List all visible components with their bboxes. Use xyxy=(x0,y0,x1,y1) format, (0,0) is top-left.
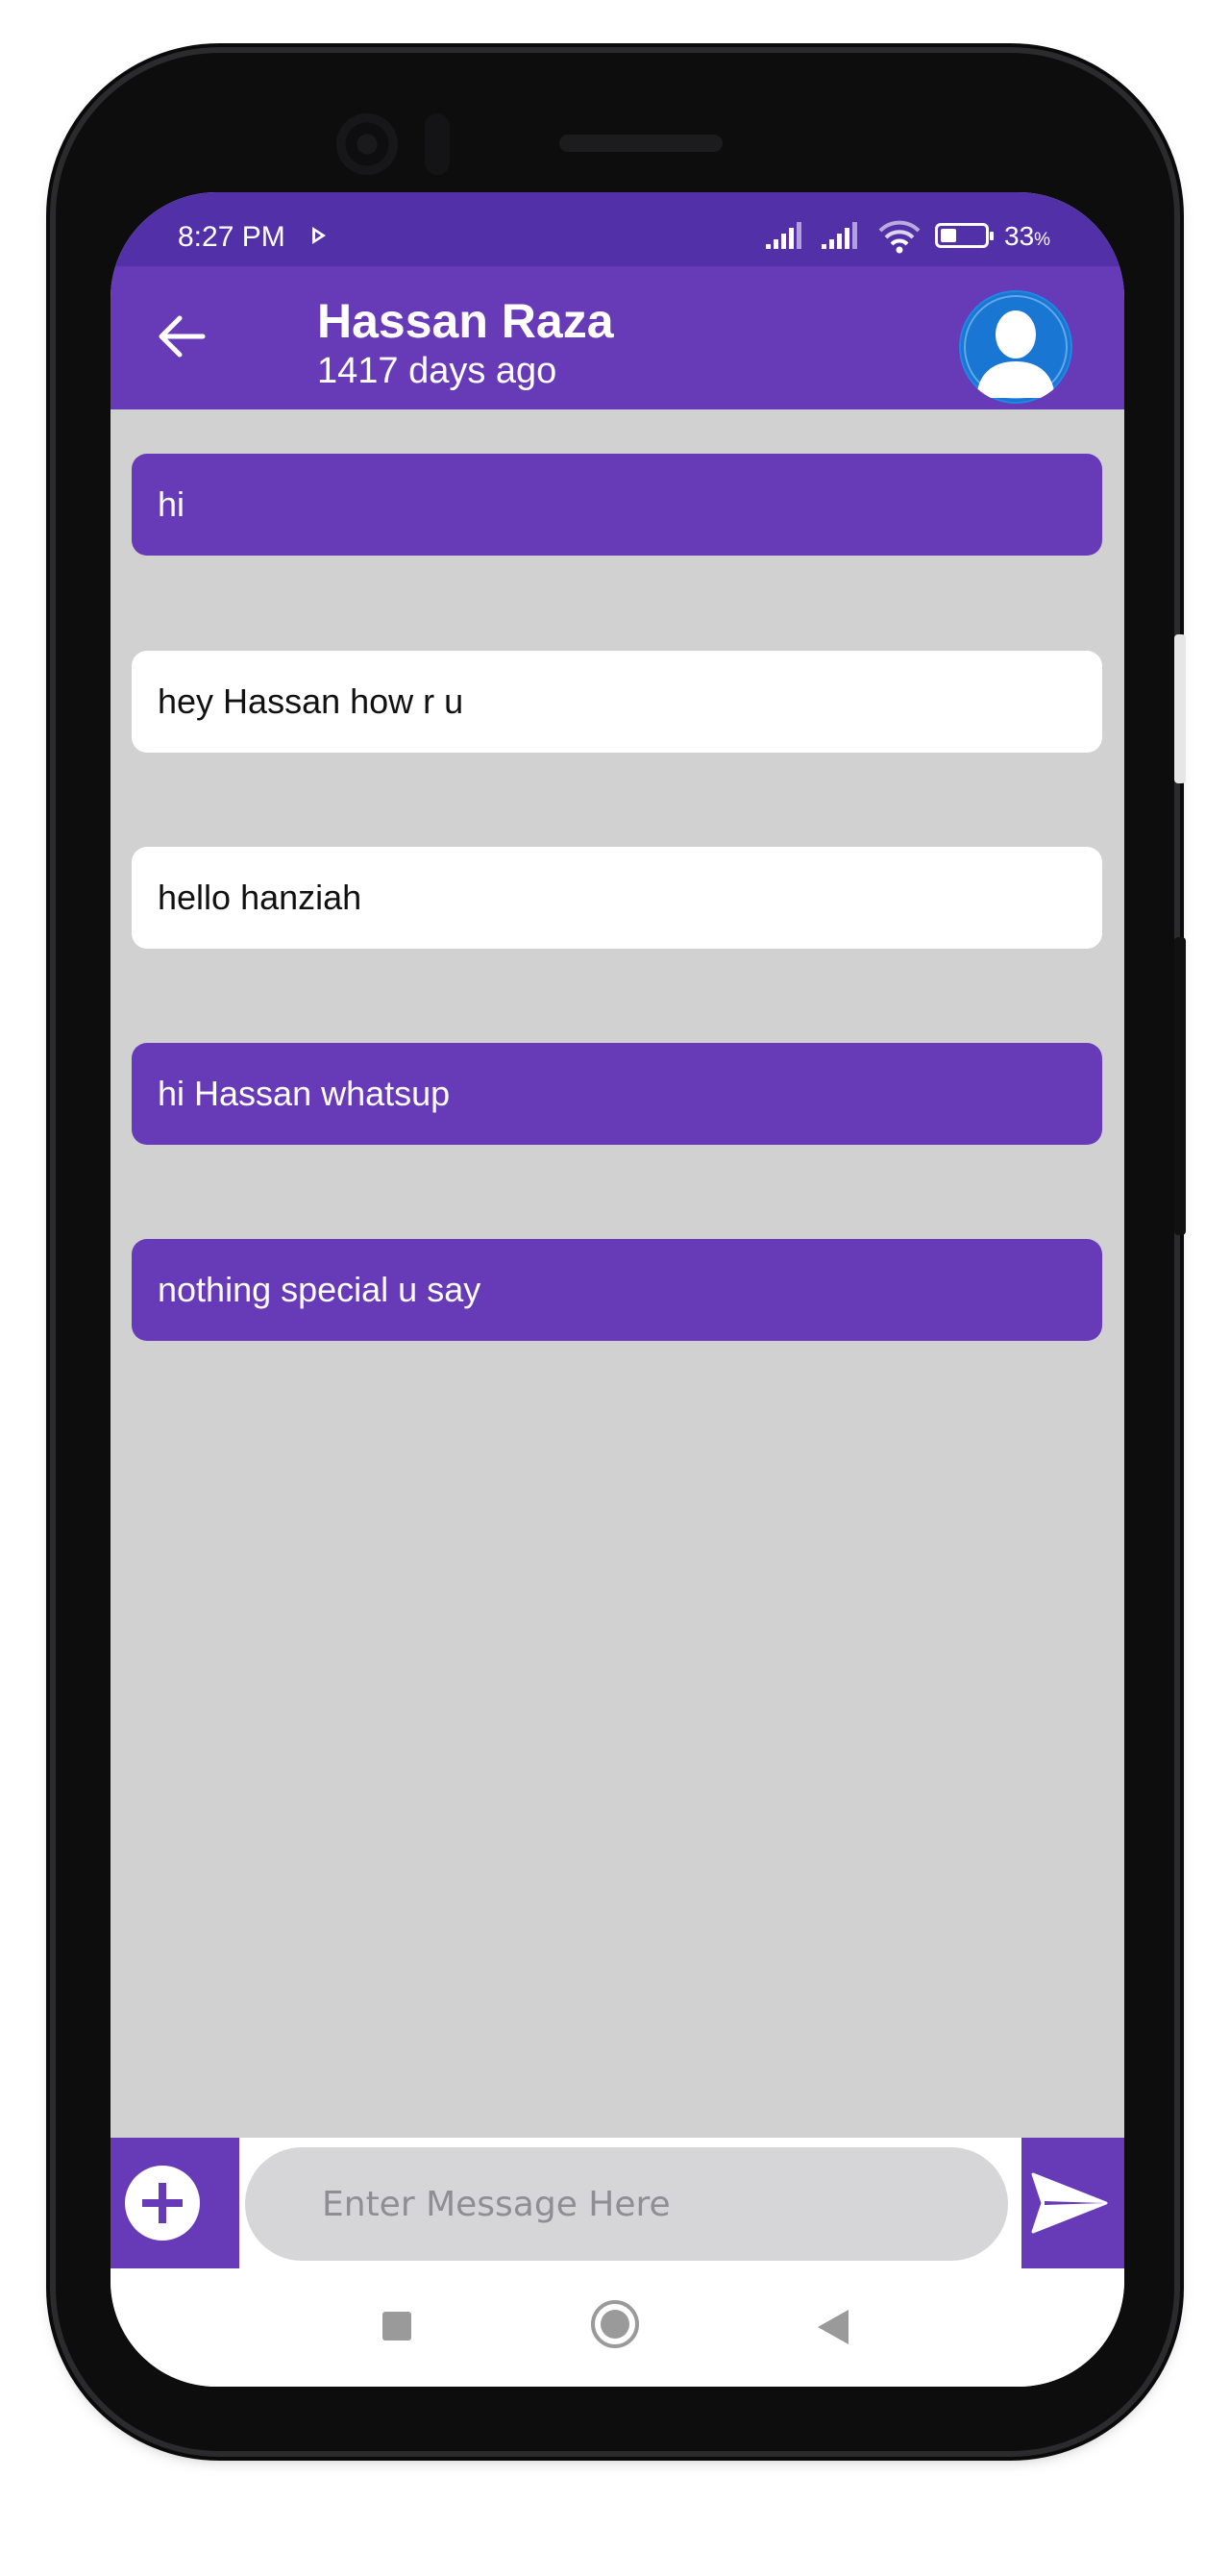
message-bubble-sent[interactable]: hi xyxy=(132,454,1102,556)
message-bubble-sent[interactable]: nothing special u say xyxy=(132,1239,1102,1341)
cell-signal-icon xyxy=(766,222,801,249)
send-button[interactable] xyxy=(1021,2138,1124,2268)
earpiece-speaker xyxy=(559,135,723,152)
arrow-left-icon[interactable] xyxy=(157,314,207,359)
last-seen-status: 1417 days ago xyxy=(317,351,557,391)
message-bubble-received[interactable]: hey Hassan how r u xyxy=(132,651,1102,753)
battery-icon xyxy=(935,223,994,248)
phone-screen: 8:27 PM 33% Hassan Raza 1417 days ago hi… xyxy=(111,192,1124,2387)
status-bar: 8:27 PM 33% xyxy=(111,192,1124,266)
wifi-icon xyxy=(878,220,921,254)
avatar[interactable] xyxy=(959,290,1072,404)
attach-button[interactable] xyxy=(111,2138,239,2268)
power-button xyxy=(1174,937,1186,1235)
proximity-sensor xyxy=(425,113,450,175)
message-bubble-received[interactable]: hello hanziah xyxy=(132,847,1102,949)
play-notification-icon xyxy=(312,227,326,244)
battery-percent: 33% xyxy=(1004,221,1051,251)
message-input[interactable] xyxy=(245,2147,1008,2261)
plus-circle-icon xyxy=(125,2166,200,2241)
message-composer xyxy=(111,2138,1124,2268)
system-nav-bar xyxy=(111,2268,1124,2387)
triangle-back-icon[interactable] xyxy=(818,2310,849,2344)
square-icon[interactable] xyxy=(382,2312,411,2341)
person-silhouette-icon xyxy=(961,292,1070,402)
send-icon xyxy=(1031,2172,1108,2234)
chat-header: Hassan Raza 1417 days ago xyxy=(111,266,1124,409)
volume-button xyxy=(1174,634,1186,783)
contact-name: Hassan Raza xyxy=(317,294,614,348)
status-time: 8:27 PM xyxy=(178,221,285,253)
message-bubble-sent[interactable]: hi Hassan whatsup xyxy=(132,1043,1102,1145)
cell-signal-icon xyxy=(822,222,857,249)
circle-icon[interactable] xyxy=(591,2300,639,2348)
front-camera xyxy=(336,113,398,175)
